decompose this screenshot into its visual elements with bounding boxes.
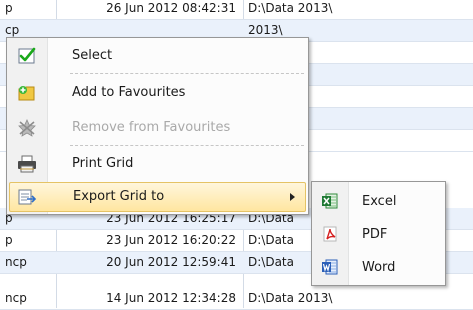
submenu-item-pdf[interactable]: PDF xyxy=(314,219,443,249)
menu-item-add-to-favourites[interactable]: Add to Favourites xyxy=(9,78,306,108)
add-favourite-icon xyxy=(17,84,37,102)
excel-icon xyxy=(322,193,338,209)
menu-item-select[interactable]: Select xyxy=(9,41,306,71)
menu-separator xyxy=(70,145,304,146)
submenu-item-excel[interactable]: Excel xyxy=(314,186,443,216)
submenu-item-word[interactable]: Word xyxy=(314,252,443,282)
row-path-cell: D:\Data 2013\ xyxy=(248,1,333,15)
row-name-cell: ncp xyxy=(5,291,27,305)
row-path-cell: D:\Data 2013\ xyxy=(248,291,333,305)
menu-item-remove-from-favourites[interactable]: Remove from Favourites xyxy=(9,113,306,143)
submenu-arrow-icon xyxy=(290,193,295,201)
menu-separator xyxy=(70,73,304,74)
row-name-cell: p xyxy=(5,233,13,247)
table-row[interactable]: p 26 Jun 2012 08:42:31 D:\Data 2013\ xyxy=(0,0,473,20)
row-date-cell: 23 Jun 2012 16:20:22 xyxy=(106,233,236,247)
export-icon xyxy=(17,188,37,206)
row-date-cell: 26 Jun 2012 08:42:31 xyxy=(106,1,236,15)
export-submenu: Excel PDF Word xyxy=(311,181,446,286)
menu-item-label: Remove from Favourites xyxy=(72,120,231,135)
submenu-item-label: PDF xyxy=(362,227,388,242)
submenu-item-label: Excel xyxy=(362,194,397,209)
menu-item-label: Select xyxy=(72,48,113,63)
remove-favourite-icon xyxy=(17,119,37,137)
context-menu: Select Add to Favourites Remove from Fav… xyxy=(6,37,309,215)
pdf-icon xyxy=(322,226,338,242)
checkmark-icon xyxy=(17,47,37,65)
row-name-cell: ncp xyxy=(5,255,27,269)
menu-item-label: Export Grid to xyxy=(73,189,165,204)
word-icon xyxy=(322,259,338,275)
row-name-cell: p xyxy=(5,1,13,15)
printer-icon xyxy=(17,155,37,173)
menu-item-export-grid-to[interactable]: Export Grid to xyxy=(9,182,306,212)
row-date-cell: 14 Jun 2012 12:34:28 xyxy=(106,291,236,305)
menu-item-label: Print Grid xyxy=(72,156,134,171)
row-date-cell: 20 Jun 2012 12:59:41 xyxy=(106,255,236,269)
menu-item-print-grid[interactable]: Print Grid xyxy=(9,149,306,179)
table-row[interactable]: ncp 14 Jun 2012 12:34:28 D:\Data 2013\ xyxy=(0,288,473,310)
submenu-item-label: Word xyxy=(362,260,396,275)
menu-item-label: Add to Favourites xyxy=(72,85,186,100)
